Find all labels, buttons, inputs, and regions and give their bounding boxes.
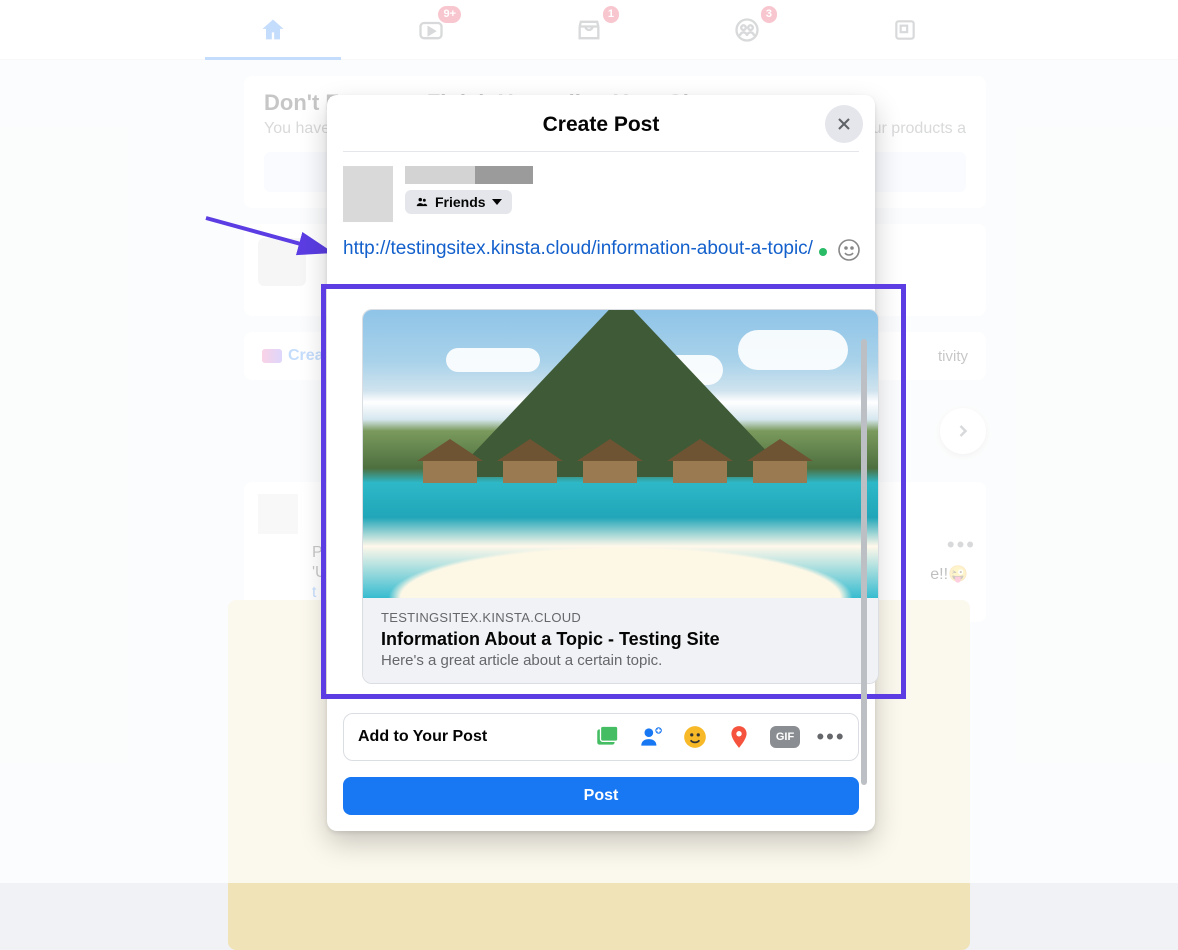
- preview-meta: TESTINGSITEX.KINSTA.CLOUD Information Ab…: [363, 598, 878, 683]
- add-to-post-label: Add to Your Post: [358, 728, 487, 746]
- tag-people-icon: [638, 724, 664, 750]
- audience-selector[interactable]: Friends: [405, 190, 512, 214]
- add-gif-button[interactable]: GIF: [770, 726, 800, 748]
- add-tag-button[interactable]: [638, 724, 664, 750]
- photo-icon: [594, 724, 620, 750]
- emoji-icon: [837, 238, 861, 262]
- user-name-placeholder: [405, 166, 533, 184]
- create-post-modal: Create Post Friends http://testingsitex.…: [327, 95, 875, 831]
- user-avatar: [343, 166, 393, 222]
- annotation-highlight: TESTINGSITEX.KINSTA.CLOUD Information Ab…: [321, 284, 906, 699]
- modal-header: Create Post: [343, 95, 859, 152]
- preview-image: [363, 310, 878, 598]
- add-to-post-bar: Add to Your Post GIF •••: [343, 713, 859, 761]
- emoji-picker-button[interactable]: [837, 238, 861, 262]
- preview-title: Information About a Topic - Testing Site: [381, 629, 860, 650]
- preview-description: Here's a great article about a certain t…: [381, 652, 860, 669]
- feeling-icon: [682, 724, 708, 750]
- status-indicator: [819, 248, 827, 256]
- add-photo-button[interactable]: [594, 724, 620, 750]
- scrollbar-thumb[interactable]: [861, 339, 867, 785]
- preview-domain: TESTINGSITEX.KINSTA.CLOUD: [381, 610, 860, 625]
- more-options-button[interactable]: •••: [818, 724, 844, 750]
- composer-header: Friends: [327, 152, 875, 222]
- add-feeling-button[interactable]: [682, 724, 708, 750]
- submit-post-button[interactable]: Post: [343, 777, 859, 815]
- modal-close-button[interactable]: [825, 105, 863, 143]
- location-icon: [726, 724, 752, 750]
- modal-title: Create Post: [343, 113, 859, 137]
- close-icon: [834, 114, 854, 134]
- chevron-down-icon: [492, 199, 502, 205]
- link-preview-card: TESTINGSITEX.KINSTA.CLOUD Information Ab…: [362, 309, 879, 684]
- friends-icon: [415, 195, 429, 209]
- post-text-input[interactable]: http://testingsitex.kinsta.cloud/informa…: [343, 238, 859, 260]
- audience-label: Friends: [435, 194, 486, 210]
- add-location-button[interactable]: [726, 724, 752, 750]
- composer-body: http://testingsitex.kinsta.cloud/informa…: [327, 222, 875, 699]
